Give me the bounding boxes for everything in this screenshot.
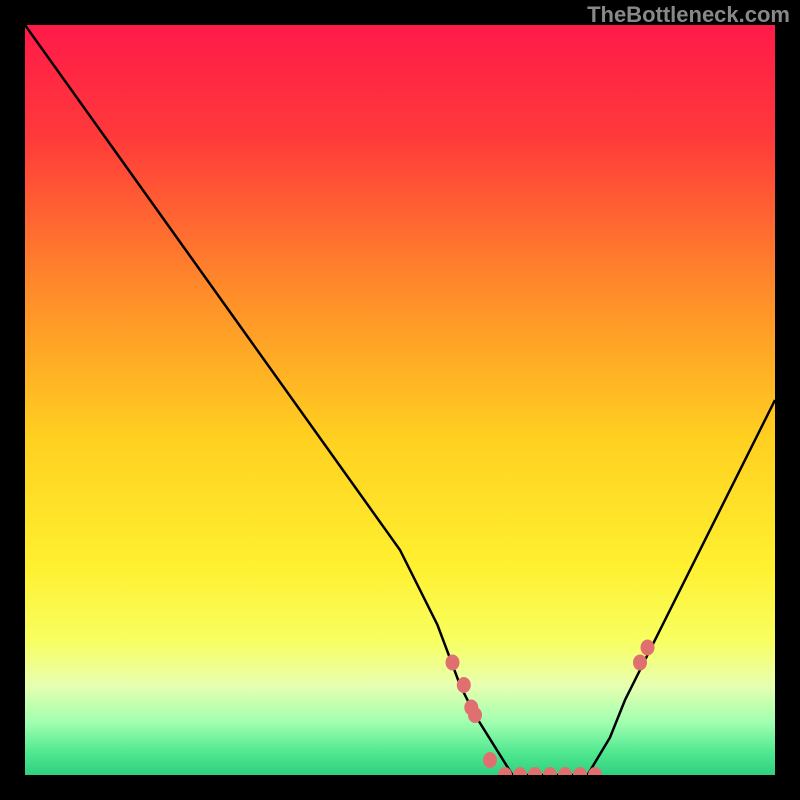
marker-dot [633, 655, 647, 671]
marker-dot [468, 707, 482, 723]
branding-text: TheBottleneck.com [587, 2, 790, 28]
chart-plot-area [25, 25, 775, 775]
marker-dot [483, 752, 497, 768]
marker-dot [457, 677, 471, 693]
gradient-background [25, 25, 775, 775]
marker-dot [641, 640, 655, 656]
bottleneck-chart [25, 25, 775, 775]
marker-dot [446, 655, 460, 671]
